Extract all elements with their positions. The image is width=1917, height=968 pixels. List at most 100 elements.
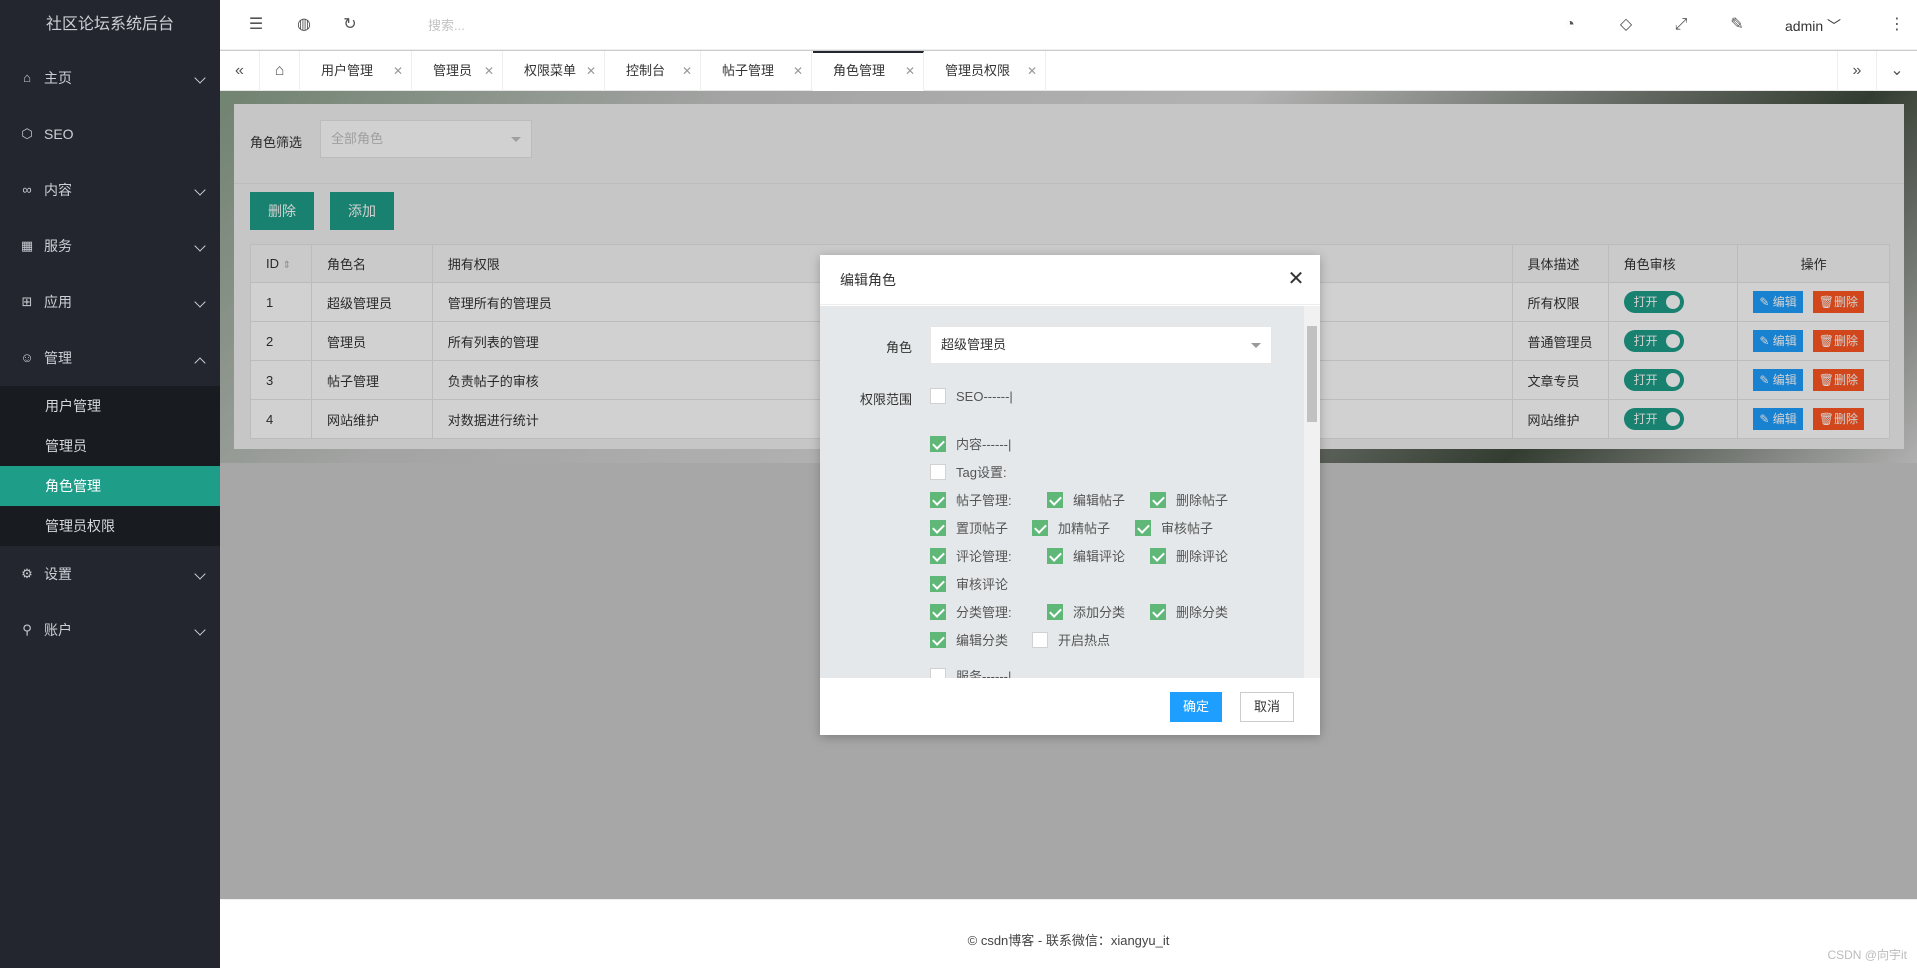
nav-seo[interactable]: ⬡ SEO (0, 106, 220, 162)
nav-label: 管理 (44, 350, 72, 366)
nav-label: SEO (44, 126, 74, 142)
tab-label: 用户管理 (321, 63, 374, 78)
sidebar-item-roles[interactable]: 角色管理 (0, 466, 220, 506)
checkbox-label: 服务------| (956, 669, 1012, 678)
home-icon: ⌂ (23, 70, 31, 85)
checkbox-label: 加精帖子 (1058, 521, 1111, 536)
checkbox-comment-review[interactable]: 审核评论 (930, 574, 1008, 593)
nav-manage[interactable]: ☺ 管理 (0, 330, 220, 386)
dialog-scrollbar[interactable] (1304, 306, 1320, 678)
checkbox-content[interactable]: 内容------| (930, 434, 1011, 453)
dialog-footer: 确定 取消 (820, 678, 1320, 735)
watermark: CSDN @向宇it (1827, 948, 1907, 962)
checkbox-label: 编辑分类 (956, 633, 1009, 648)
checkbox-label: 编辑评论 (1073, 549, 1126, 564)
apps-icon: ⊞ (21, 294, 33, 309)
nav-label: 设置 (44, 566, 72, 582)
nav-label: 账户 (44, 622, 72, 638)
sidebar-item-admins[interactable]: 管理员 (0, 426, 220, 466)
checkbox-label: 删除评论 (1176, 549, 1229, 564)
nav-account[interactable]: ⚲ 账户 (0, 602, 220, 658)
confirm-button[interactable]: 确定 (1170, 692, 1223, 722)
nav-content[interactable]: ∞ 内容 (0, 162, 220, 218)
fullscreen-icon[interactable]: ⤢ (1671, 15, 1691, 35)
checkbox-box (1047, 547, 1063, 564)
checkbox-post-delete[interactable]: 删除帖子 (1150, 490, 1228, 509)
tab-roles[interactable]: 角色管理 ✕ (813, 51, 924, 91)
tabs-dropdown-icon[interactable]: ⌄ (1877, 51, 1917, 91)
more-icon[interactable]: ⋮ (1887, 15, 1907, 35)
tab-perm-menu[interactable]: 权限菜单 ✕ (504, 51, 605, 91)
sidebar-item-users[interactable]: 用户管理 (0, 386, 220, 426)
chevron-down-icon (194, 568, 206, 580)
checkbox-label: 审核评论 (956, 577, 1009, 592)
checkbox-post-feature[interactable]: 加精帖子 (1032, 518, 1110, 537)
checkbox-post-mgmt[interactable]: 帖子管理: (930, 490, 1012, 509)
role-label: 角色 (886, 340, 913, 355)
checkbox-post-edit[interactable]: 编辑帖子 (1047, 490, 1125, 509)
close-icon[interactable]: ✕ (682, 51, 692, 91)
tabs-scroll-right-icon[interactable]: » (1837, 51, 1877, 91)
tab-posts[interactable]: 帖子管理 ✕ (702, 51, 812, 91)
checkbox-box (930, 463, 946, 480)
checkbox-box (930, 631, 946, 648)
checkbox-label: 删除分类 (1176, 605, 1229, 620)
nav-label: 主页 (44, 70, 72, 86)
user-menu[interactable]: admin ﹀ (1785, 16, 1841, 36)
checkbox-comment-delete[interactable]: 删除评论 (1150, 546, 1228, 565)
nav-service[interactable]: ▦ 服务 (0, 218, 220, 274)
palette-icon[interactable]: ◔ (1560, 15, 1580, 35)
grid-icon: ▦ (20, 238, 34, 253)
close-icon[interactable]: ✕ (905, 53, 915, 89)
tab-bar: « ⌂ 用户管理 ✕ 管理员 ✕ 权限菜单 ✕ 控制台 ✕ 帖子管理 ✕ 角色管理 ✕ 管理… (220, 51, 1917, 91)
footer-text: © csdn博客 - 联系微信：xiangyu_it (967, 933, 1170, 948)
close-icon[interactable]: ✕ (1027, 51, 1037, 91)
nav-label: 应用 (44, 294, 72, 310)
checkbox-comment-edit[interactable]: 编辑评论 (1047, 546, 1125, 565)
checkbox-label: 分类管理: (956, 605, 1012, 620)
search-input[interactable]: 搜索... (428, 15, 465, 34)
dialog-title: 编辑角色 (820, 255, 1320, 305)
checkbox-box (930, 575, 946, 592)
checkbox-comment-mgmt[interactable]: 评论管理: (930, 546, 1012, 565)
close-icon[interactable]: ✕ (1286, 269, 1306, 289)
close-icon[interactable]: ✕ (484, 51, 494, 91)
refresh-icon[interactable]: ↻ (340, 15, 360, 35)
checkbox-label: 添加分类 (1073, 605, 1126, 620)
checkbox-box (1032, 631, 1048, 648)
checkbox-cat-edit[interactable]: 编辑分类 (930, 630, 1008, 649)
tab-admins[interactable]: 管理员 ✕ (413, 51, 503, 91)
nav-apps[interactable]: ⊞ 应用 (0, 274, 220, 330)
checkbox-cat-add[interactable]: 添加分类 (1047, 602, 1125, 621)
close-icon[interactable]: ✕ (393, 51, 403, 91)
tag-icon[interactable]: ◇ (1616, 15, 1636, 35)
globe-icon[interactable]: ◍ (294, 15, 314, 35)
checkbox-service[interactable]: 服务------| (930, 666, 1011, 678)
sidebar-item-admin-perms[interactable]: 管理员权限 (0, 506, 220, 546)
chevron-down-icon (194, 184, 206, 196)
nav-label: 内容 (44, 182, 72, 198)
close-icon[interactable]: ✕ (793, 51, 803, 91)
close-icon[interactable]: ✕ (586, 51, 596, 91)
scrollbar-thumb[interactable] (1307, 326, 1317, 422)
tab-users[interactable]: 用户管理 ✕ (301, 51, 412, 91)
checkbox-box (930, 519, 946, 536)
tab-admin-perms[interactable]: 管理员权限 ✕ (925, 51, 1046, 91)
menu-toggle-icon[interactable]: ☰ (246, 15, 266, 35)
checkbox-cat-delete[interactable]: 删除分类 (1150, 602, 1228, 621)
checkbox-box (930, 491, 946, 508)
home-tab-icon[interactable]: ⌂ (260, 51, 300, 91)
nav-home[interactable]: ⌂ 主页 (0, 50, 220, 106)
cancel-button[interactable]: 取消 (1240, 692, 1295, 722)
clear-cache-icon[interactable]: ✎ (1727, 15, 1747, 35)
nav-settings[interactable]: ⚙ 设置 (0, 546, 220, 602)
checkbox-cat-mgmt[interactable]: 分类管理: (930, 602, 1012, 621)
role-select[interactable]: 超级管理员 (930, 326, 1272, 364)
checkbox-post-review[interactable]: 审核帖子 (1135, 518, 1213, 537)
checkbox-tag[interactable]: Tag设置: (930, 462, 1007, 481)
checkbox-hot[interactable]: 开启热点 (1032, 630, 1110, 649)
tabs-scroll-left-icon[interactable]: « (220, 51, 260, 91)
checkbox-seo[interactable]: SEO------| (930, 388, 1013, 404)
tab-console[interactable]: 控制台 ✕ (606, 51, 701, 91)
checkbox-post-top[interactable]: 置顶帖子 (930, 518, 1008, 537)
